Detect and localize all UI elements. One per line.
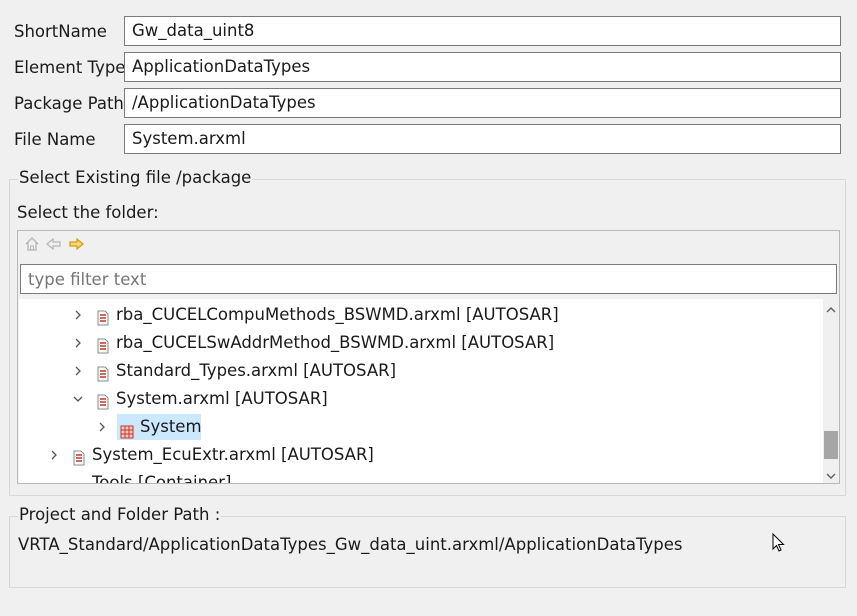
tree-item-label: rba_CUCELSwAddrMethod_BSWMD.arxml [AUTOS… (116, 333, 555, 352)
folder-browser: rba_CUCELCompuMethods_BSWMD.arxml [AUTOS… (17, 230, 840, 484)
tree-item-standard-types[interactable]: Standard_Types.arxml [AUTOSAR] (19, 357, 823, 385)
scroll-down-icon[interactable] (825, 467, 837, 486)
home-icon[interactable] (23, 235, 41, 253)
tree-item-label: System_EcuExtr.arxml [AUTOSAR] (92, 445, 374, 464)
tree-item-label: Tools [Container] (92, 473, 232, 483)
scrollbar-thumb[interactable] (824, 431, 838, 459)
arxml-file-icon (96, 335, 110, 354)
forward-arrow-icon[interactable] (67, 235, 85, 253)
chevron-right-icon[interactable] (71, 357, 85, 385)
file-name-field[interactable]: System.arxml (124, 124, 841, 154)
arxml-file-icon (96, 307, 110, 326)
scroll-up-icon[interactable] (825, 301, 837, 320)
tree-item-label: rba_CUCELCompuMethods_BSWMD.arxml [AUTOS… (116, 305, 559, 324)
project-folder-path-title: Project and Folder Path : (18, 505, 222, 524)
chevron-right-icon[interactable] (71, 301, 85, 329)
arxml-file-icon (72, 447, 86, 466)
project-folder-path-value: VRTA_Standard/ApplicationDataTypes_Gw_da… (18, 535, 683, 554)
short-name-field[interactable]: Gw_data_uint8 (124, 16, 841, 46)
arxml-file-icon (96, 363, 110, 382)
tree-item-label: System (140, 417, 202, 436)
chevron-right-icon[interactable] (71, 329, 85, 357)
select-existing-group-title: Select Existing file /package (18, 168, 253, 187)
tree-item-rba-cucelcompumethods[interactable]: rba_CUCELCompuMethods_BSWMD.arxml [AUTOS… (19, 301, 823, 329)
tree-item-rba-cucelswaddrmethod[interactable]: rba_CUCELSwAddrMethod_BSWMD.arxml [AUTOS… (19, 329, 823, 357)
chevron-right-icon[interactable] (95, 413, 109, 441)
tree-item-label: Standard_Types.arxml [AUTOSAR] (116, 361, 397, 380)
tree-scrollbar[interactable] (823, 299, 839, 483)
short-name-label: ShortName (14, 22, 107, 41)
mouse-cursor-icon (772, 532, 786, 557)
select-folder-label: Select the folder: (17, 203, 159, 222)
tree-item-system-arxml[interactable]: System.arxml [AUTOSAR] (19, 385, 823, 413)
element-type-label: Element Type (14, 58, 126, 77)
folder-tree: rba_CUCELCompuMethods_BSWMD.arxml [AUTOS… (19, 299, 823, 483)
tree-item-tools[interactable]: Tools [Container] (19, 469, 823, 483)
package-path-label: Package Path (14, 94, 124, 113)
package-icon (120, 420, 134, 439)
filter-input[interactable] (20, 264, 837, 294)
tree-item-system-ecuextr[interactable]: System_EcuExtr.arxml [AUTOSAR] (19, 441, 823, 469)
tree-item-label: System.arxml [AUTOSAR] (116, 389, 328, 408)
folder-icon (72, 477, 86, 483)
chevron-down-icon[interactable] (71, 385, 85, 413)
file-name-label: File Name (14, 130, 96, 149)
package-path-field[interactable]: /ApplicationDataTypes (124, 88, 841, 118)
element-type-field[interactable]: ApplicationDataTypes (124, 52, 841, 82)
arxml-file-icon (96, 391, 110, 410)
tree-item-system-package[interactable]: System (19, 413, 823, 441)
back-arrow-icon[interactable] (45, 235, 63, 253)
chevron-right-icon[interactable] (47, 441, 61, 469)
